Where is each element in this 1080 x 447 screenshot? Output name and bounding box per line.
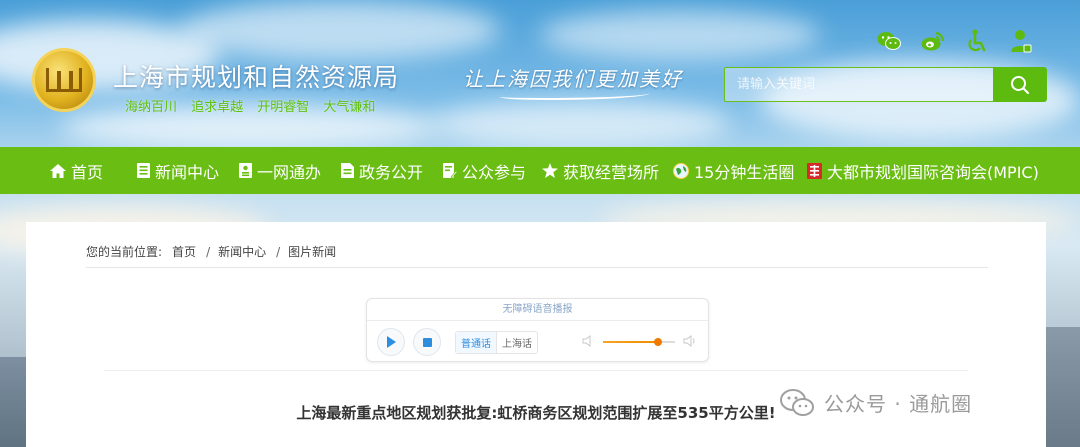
nav-item-business-premises[interactable]: 获取经营场所 [542,159,659,183]
breadcrumb-prefix: 您的当前位置: [86,245,163,259]
nav-item-label: 公众参与 [462,162,527,182]
participate-icon [443,163,457,178]
breadcrumb: 您的当前位置: 首页 / 新闻中心 / 图片新闻 [86,243,346,260]
star-icon [542,163,558,178]
nav-item-news[interactable]: 新闻中心 [137,159,219,183]
nav-item-one-stop-service[interactable]: 一网通办 [239,159,321,183]
nav-item-label: 获取经营场所 [563,162,660,182]
news-icon [137,163,150,178]
nav-item-label: 15分钟生活圈 [694,162,795,182]
nav-item-home[interactable]: 首页 [50,159,103,183]
nav-item-label: 首页 [71,162,104,182]
nav-item-15-minute-life-circle[interactable]: 15分钟生活圈 [673,159,794,183]
audio-player: 无障碍语音播报 普通话 上海话 [366,298,709,362]
lang-mandarin-option[interactable]: 普通话 [456,332,496,353]
play-icon [387,336,396,348]
nav-item-label: 一网通办 [257,162,322,182]
weibo-icon[interactable] [920,28,946,54]
watermark: 公众号 · 通航圈 [780,388,972,417]
stop-icon [422,337,432,347]
wechat-icon[interactable] [876,28,902,54]
volume-slider-handle[interactable] [654,338,662,346]
site-subtitle: 海纳百川 追求卓越 开明睿智 大气谦和 [125,100,376,115]
lang-shanghainese-option[interactable]: 上海话 [496,332,537,353]
player-divider [104,370,968,371]
logo-emblem-icon [46,68,82,92]
service-icon [239,163,252,178]
breadcrumb-separator: / [276,244,281,259]
nav-item-label: 大都市规划国际咨询会(MPIC) [827,162,1039,182]
search-icon [1011,75,1030,94]
language-switch: 普通话 上海话 [455,331,538,354]
nav-item-public-participation[interactable]: 公众参与 [443,159,526,183]
site-logo[interactable] [32,48,96,112]
site-title[interactable]: 上海市规划和自然资源局 [113,58,399,94]
accessibility-icon[interactable] [964,28,990,54]
breadcrumb-home[interactable]: 首页 [172,243,196,260]
stop-button[interactable] [413,328,441,356]
player-title: 无障碍语音播报 [367,299,708,321]
mpic-icon [807,162,822,179]
main-nav: 首页 新闻中心 一网通办 政务公开 公众参与 获取经营场所 15分钟生活圈 大都… [0,147,1080,194]
document-icon [341,163,354,178]
play-button[interactable] [377,328,405,356]
breadcrumb-divider [86,267,988,268]
slogan: 让上海因我们更加美好 [463,67,683,91]
user-icon[interactable] [1008,28,1034,54]
site-header: 上海市规划和自然资源局 海纳百川 追求卓越 开明睿智 大气谦和 让上海因我们更加… [0,0,1080,147]
search-input[interactable] [724,67,994,102]
home-icon [50,163,66,178]
skyline-right [1046,327,1080,447]
volume-up-icon[interactable] [683,335,697,347]
volume-slider-track[interactable] [603,341,675,343]
wechat-watermark-icon [780,388,814,416]
top-icon-bar [876,28,1034,54]
breadcrumb-photo-news[interactable]: 图片新闻 [288,243,336,260]
breadcrumb-separator: / [206,244,211,259]
volume-mute-icon[interactable] [582,335,594,347]
nav-item-mpic[interactable]: 大都市规划国际咨询会(MPIC) [807,159,1039,183]
slogan-swoosh [500,90,650,100]
watermark-text: 公众号 · 通航圈 [824,392,973,416]
search-button[interactable] [993,67,1047,102]
nav-item-government-affairs[interactable]: 政务公开 [341,159,423,183]
breadcrumb-news-center[interactable]: 新闻中心 [218,243,266,260]
nav-item-label: 新闻中心 [155,162,220,182]
globe-icon [673,162,689,179]
nav-item-label: 政务公开 [359,162,424,182]
